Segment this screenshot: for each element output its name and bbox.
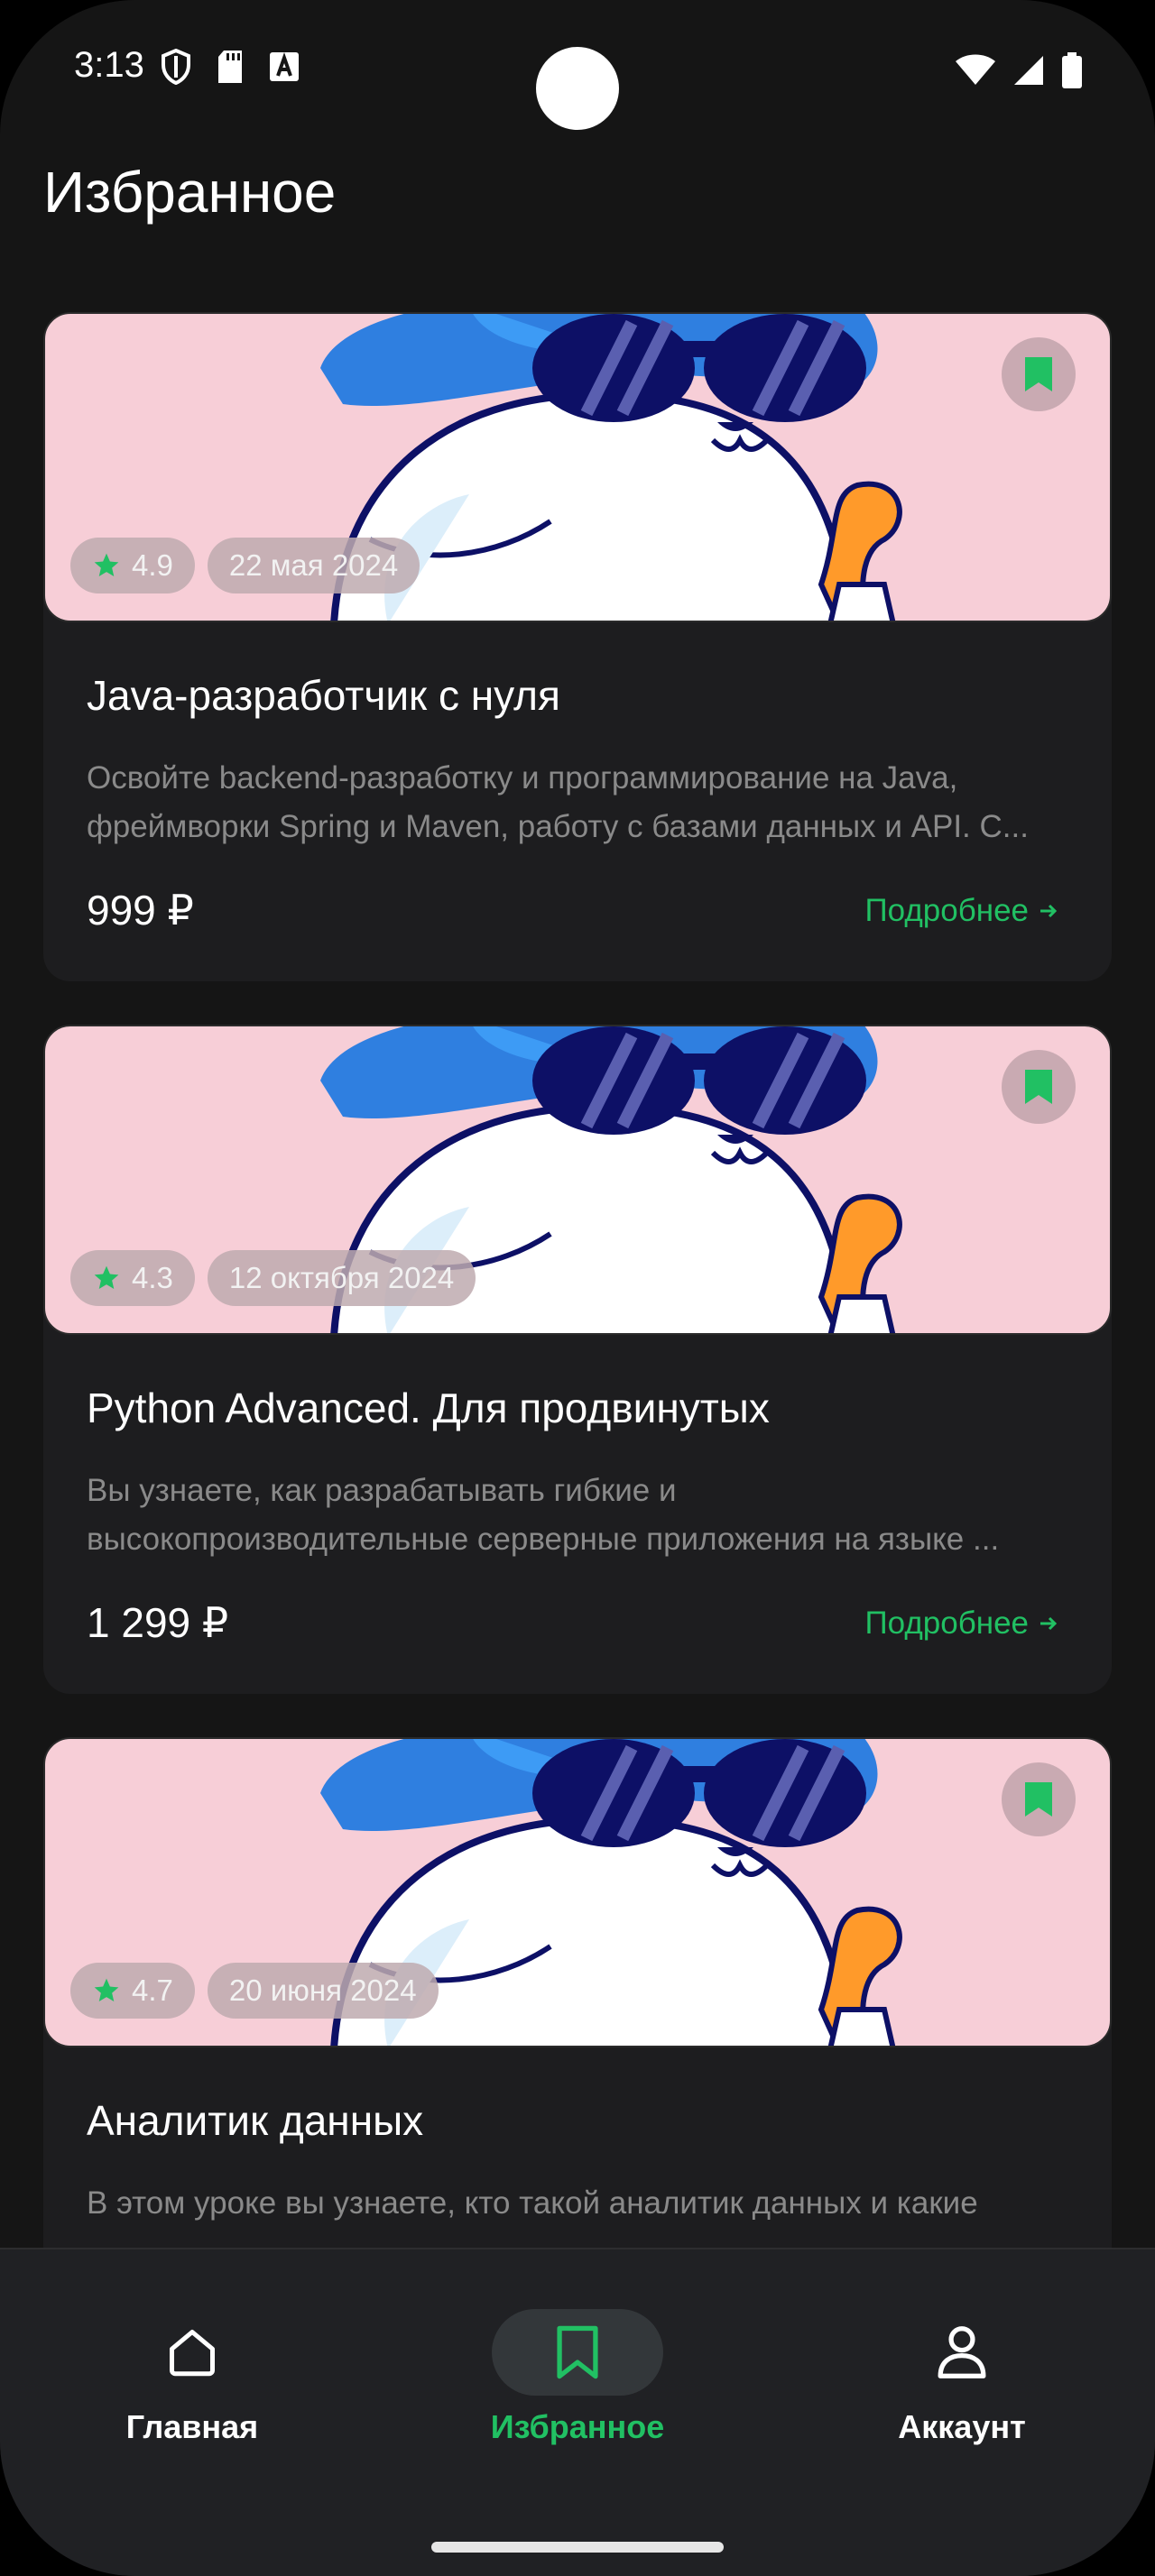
nav-label-favorites: Избранное — [490, 2408, 665, 2445]
bookmark-icon — [557, 2325, 598, 2379]
signal-icon — [1014, 56, 1043, 85]
nav-item-account[interactable]: Аккаунт — [827, 2309, 1097, 2446]
course-card[interactable]: 4.9 22 мая 2024 Java-разработчик с нуля … — [43, 312, 1112, 981]
arrow-right-icon — [1040, 904, 1058, 918]
details-label: Подробнее — [864, 1605, 1029, 1641]
page-title: Избранное — [43, 160, 337, 225]
course-price: 1 299 ₽ — [87, 1599, 229, 1646]
rating-value: 4.9 — [132, 548, 173, 582]
star-icon — [94, 553, 119, 576]
rating-value: 4.7 — [132, 1973, 173, 2007]
rating-chip: 4.7 — [70, 1963, 195, 2019]
course-description: В этом уроке вы узнаете, кто такой анали… — [87, 2179, 1070, 2228]
course-image: 4.7 20 июня 2024 — [43, 1737, 1112, 2047]
star-icon — [94, 1265, 119, 1289]
nav-label-account: Аккаунт — [898, 2408, 1026, 2445]
font-a-icon — [270, 51, 299, 81]
course-price: 999 ₽ — [87, 887, 194, 934]
date-chip: 12 октября 2024 — [207, 1250, 476, 1306]
description-line: Вы узнаете, как разрабатывать гибкие и — [87, 1473, 677, 1508]
rating-chip: 4.3 — [70, 1250, 195, 1306]
bookmark-filled-icon — [1025, 1782, 1052, 1817]
nav-item-home[interactable]: Главная — [57, 2309, 328, 2446]
details-link[interactable]: Подробнее — [864, 1605, 1059, 1642]
course-title: Java-разработчик с нуля — [87, 672, 560, 719]
course-description: Вы узнаете, как разрабатывать гибкие и в… — [87, 1467, 1070, 1564]
arrow-right-icon — [1040, 1616, 1058, 1631]
description-line: В этом уроке вы узнаете, кто такой анали… — [87, 2185, 978, 2221]
nav-label-home: Главная — [125, 2408, 259, 2445]
course-description: Освойте backend-разработку и программиро… — [87, 754, 1070, 851]
home-icon — [170, 2330, 215, 2377]
date-chip: 20 июня 2024 — [207, 1963, 439, 2019]
course-image: 4.3 12 октября 2024 — [43, 1025, 1112, 1335]
sd-card-icon — [218, 51, 242, 83]
description-line: Освойте backend-разработку и программиро… — [87, 760, 958, 796]
details-link[interactable]: Подробнее — [864, 893, 1059, 929]
details-label: Подробнее — [864, 893, 1029, 928]
status-time: 3:13 — [74, 45, 144, 85]
bottom-navigation: Главная Избранное Аккаунт — [0, 2248, 1155, 2576]
star-icon — [94, 1978, 119, 2001]
screen: 3:13 Избранное 4.9 22 мая 2024 Java-разр… — [0, 0, 1155, 2576]
bookmark-filled-icon — [1025, 1070, 1052, 1104]
date-chip: 22 мая 2024 — [207, 538, 420, 593]
battery-icon — [1062, 52, 1082, 88]
front-camera — [536, 47, 619, 130]
course-card[interactable]: 4.3 12 октября 2024 Python Advanced. Для… — [43, 1025, 1112, 1694]
rating-value: 4.3 — [132, 1261, 173, 1294]
course-title: Python Advanced. Для продвинутых — [87, 1385, 770, 1431]
rating-chip: 4.9 — [70, 538, 195, 593]
description-line: высокопроизводительные серверные приложе… — [87, 1522, 1000, 1557]
person-icon — [938, 2326, 986, 2378]
course-image: 4.9 22 мая 2024 — [43, 312, 1112, 622]
bookmark-button[interactable] — [1002, 1050, 1076, 1124]
favorites-list[interactable]: 4.9 22 мая 2024 Java-разработчик с нуля … — [43, 312, 1112, 2450]
wifi-icon — [956, 54, 995, 85]
bookmark-filled-icon — [1025, 357, 1052, 391]
description-line: фреймворки Spring и Maven, работу с база… — [87, 809, 1029, 844]
shield-icon — [162, 49, 190, 85]
status-bar: 3:13 — [0, 0, 1155, 135]
home-indicator[interactable] — [431, 2542, 724, 2553]
nav-item-favorites[interactable]: Избранное — [442, 2309, 713, 2446]
bookmark-button[interactable] — [1002, 337, 1076, 411]
course-title: Аналитик данных — [87, 2097, 424, 2144]
bookmark-button[interactable] — [1002, 1762, 1076, 1836]
